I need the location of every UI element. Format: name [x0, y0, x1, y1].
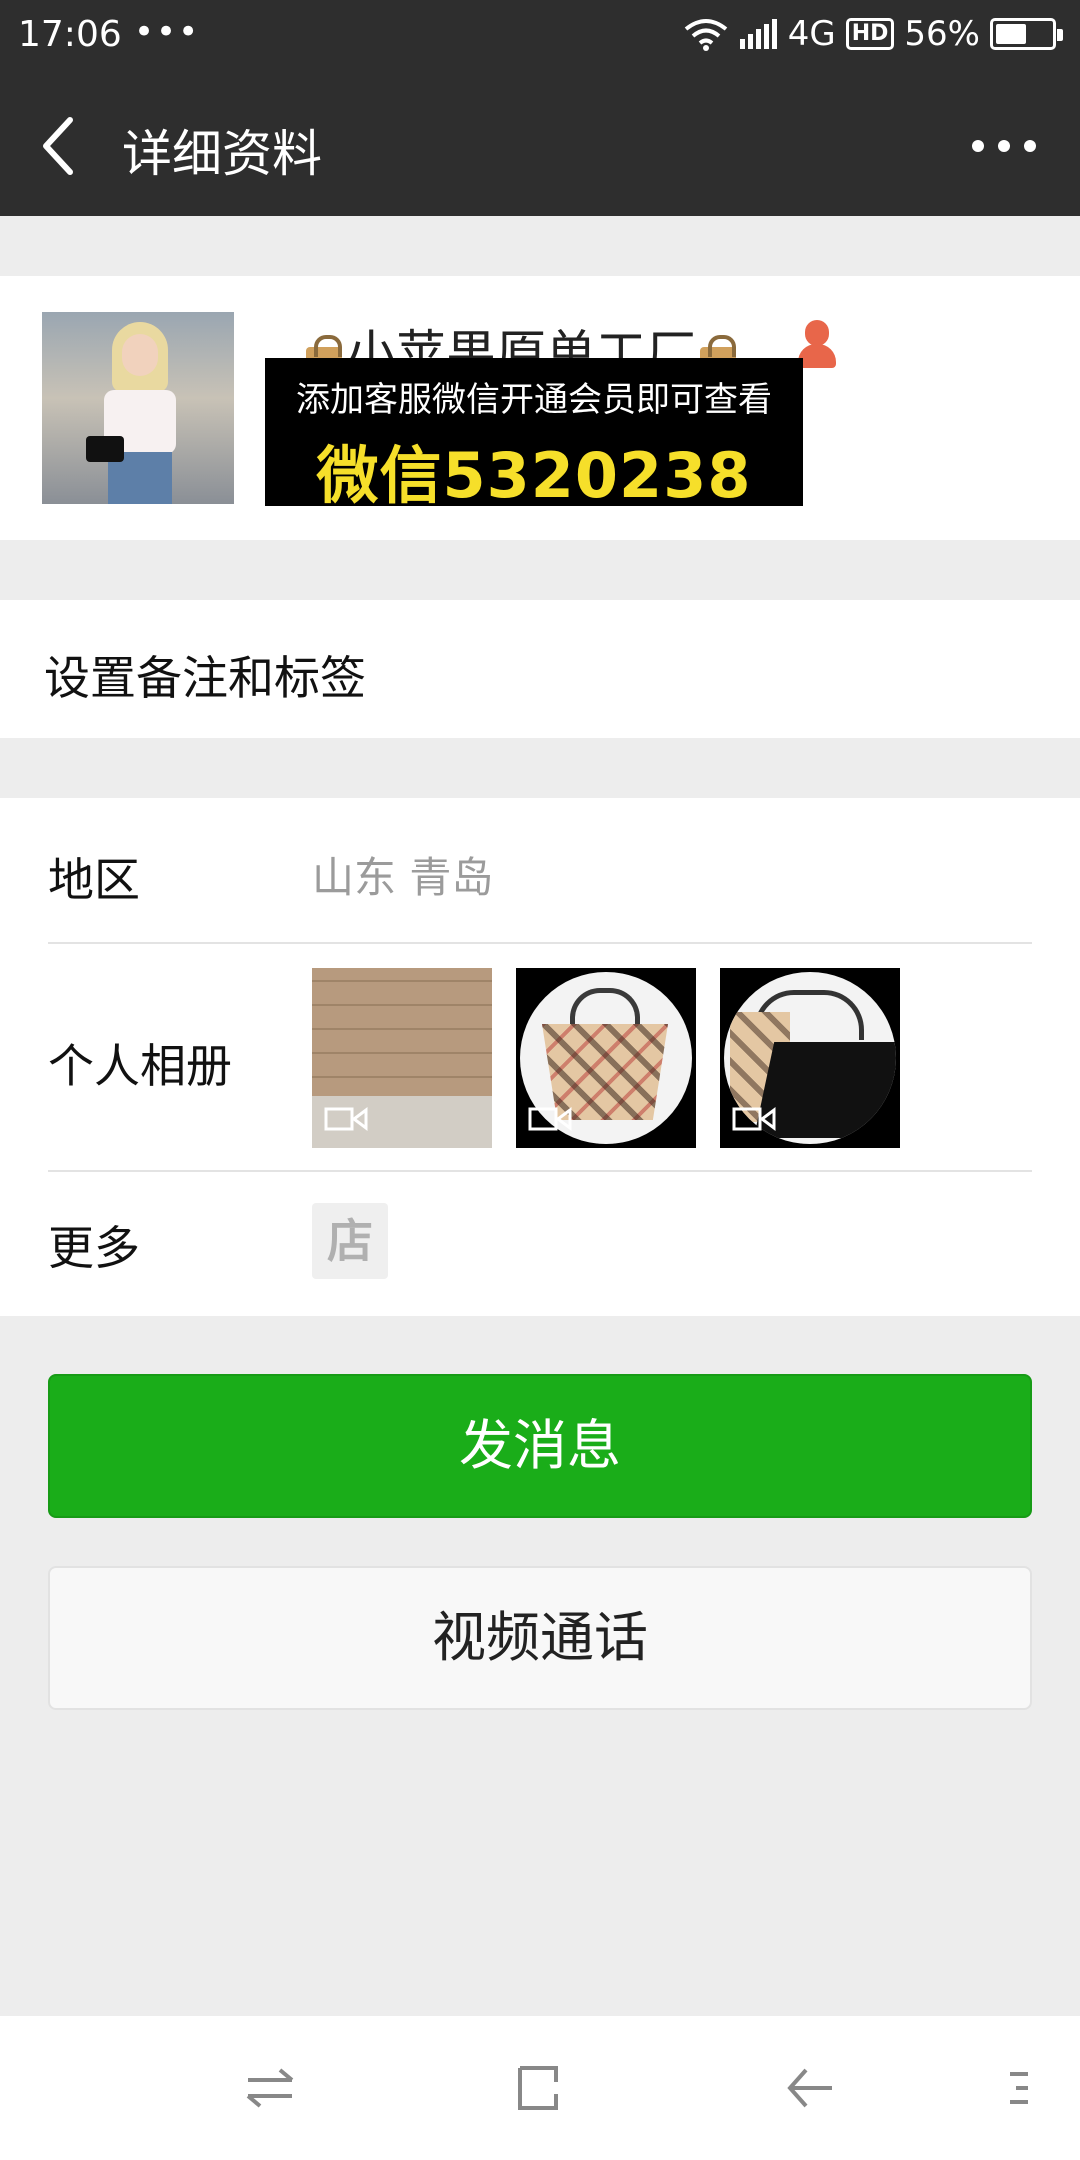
notification-dots-icon: •••: [134, 12, 201, 52]
album-thumbnail[interactable]: [516, 968, 696, 1148]
switch-apps-icon[interactable]: [242, 2062, 298, 2114]
profile-card: 小苹果原单工厂 添加客服微信开通会员即可查看 微信5320238: [0, 276, 1080, 540]
album-thumbnail[interactable]: [312, 968, 492, 1148]
album-label: 个人相册: [48, 1039, 232, 1093]
more-dots-icon[interactable]: [972, 126, 1042, 166]
menu-icon[interactable]: [1006, 2062, 1036, 2114]
title-bar: 详细资料: [0, 76, 1080, 216]
hd-badge: HD: [845, 18, 895, 50]
battery-icon: [990, 18, 1063, 50]
back-arrow-icon[interactable]: [782, 2062, 838, 2114]
chevron-left-icon[interactable]: [30, 106, 90, 186]
avatar[interactable]: [42, 312, 234, 504]
top-bar: 17:06 ••• 4G HD 56% 详细资料: [0, 0, 1080, 216]
wifi-icon: [684, 19, 727, 51]
promo-banner: 添加客服微信开通会员即可查看 微信5320238: [265, 358, 803, 512]
network-type: 4G: [787, 14, 836, 54]
video-call-button[interactable]: 视频通话: [48, 1566, 1032, 1710]
system-nav-bar: [0, 2016, 1080, 2160]
banner-line-2: 微信5320238: [316, 439, 752, 512]
region-value: 山东 青岛: [312, 853, 494, 902]
video-icon: [528, 1107, 572, 1131]
banner-line-1: 添加客服微信开通会员即可查看: [296, 380, 772, 420]
send-message-button[interactable]: 发消息: [48, 1374, 1032, 1518]
signal-icon: [739, 19, 777, 49]
page-title: 详细资料: [122, 125, 322, 183]
album-thumbnail[interactable]: [720, 968, 900, 1148]
info-card: 地区 山东 青岛 个人相册 更多 店: [0, 798, 1080, 1316]
set-remark-label: 设置备注和标签: [44, 651, 366, 705]
divider: [48, 942, 1032, 944]
home-icon[interactable]: [512, 2062, 568, 2114]
video-icon: [732, 1107, 776, 1131]
status-bar: 17:06 ••• 4G HD 56%: [0, 0, 1080, 76]
shop-icon[interactable]: 店: [312, 1203, 388, 1279]
region-label: 地区: [48, 853, 140, 907]
battery-percent: 56%: [904, 14, 980, 54]
set-remark-row[interactable]: 设置备注和标签: [0, 600, 1080, 738]
divider: [48, 1170, 1032, 1172]
video-icon: [324, 1107, 368, 1131]
status-indicators: 4G HD 56%: [684, 14, 1063, 54]
status-time: 17:06: [18, 14, 122, 55]
more-label: 更多: [48, 1221, 140, 1275]
